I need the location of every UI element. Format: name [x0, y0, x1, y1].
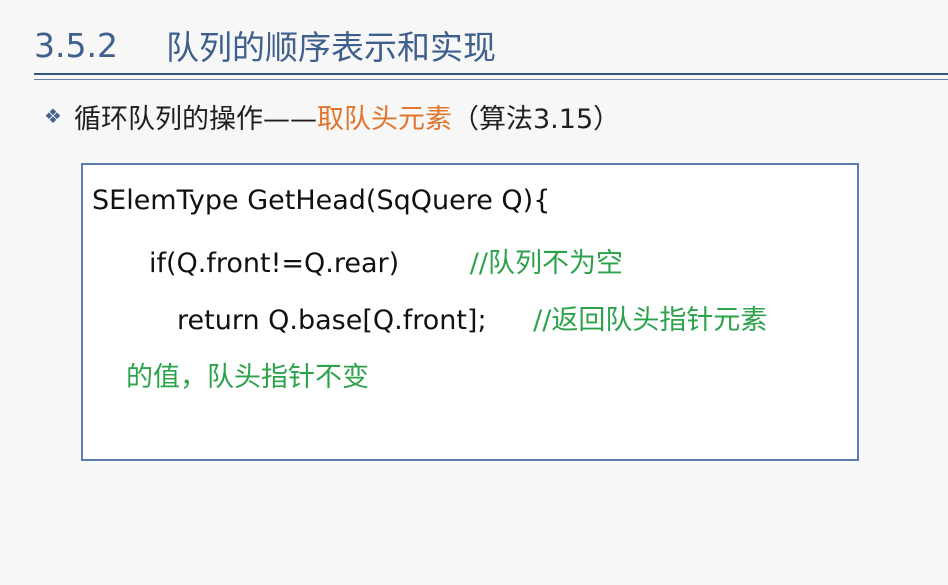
title-underline-thin — [34, 79, 948, 80]
section-number: 3.5.2 — [34, 25, 118, 65]
bullet-suffix: （算法3.15） — [452, 103, 621, 135]
if-condition: if(Q.front!=Q.rear) — [149, 248, 400, 279]
section-title: 队列的顺序表示和实现 — [166, 28, 496, 67]
slide: 3.5.2 队列的顺序表示和实现 ❖ 循环队列的操作—— 取队头元素 （算法3.… — [0, 0, 948, 585]
diamond-bullet-icon: ❖ — [44, 104, 62, 128]
code-line-3: return Q.base[Q.front]; //返回队头指针元素 — [177, 298, 767, 337]
comment-queue-not-empty: //队列不为空 — [469, 248, 623, 279]
code-line-1: SElemType GetHead(SqQuere Q){ — [92, 185, 550, 216]
bullet-line: ❖ 循环队列的操作—— 取队头元素 （算法3.15） — [44, 96, 620, 136]
return-statement: return Q.base[Q.front]; — [177, 305, 487, 336]
bullet-prefix: 循环队列的操作—— — [74, 103, 317, 135]
title-underline — [34, 73, 948, 75]
bullet-highlight: 取队头元素 — [317, 103, 452, 135]
code-line-4: 的值，队头指针不变 — [126, 355, 369, 394]
code-box: SElemType GetHead(SqQuere Q){ if(Q.front… — [81, 163, 859, 461]
function-signature: SElemType GetHead(SqQuere Q){ — [92, 185, 551, 216]
comment-continuation: 的值，队头指针不变 — [126, 362, 369, 393]
comment-return-head: //返回队头指针元素 — [533, 305, 768, 336]
slide-title: 3.5.2 队列的顺序表示和实现 — [34, 20, 496, 70]
code-line-2: if(Q.front!=Q.rear) //队列不为空 — [149, 241, 623, 280]
